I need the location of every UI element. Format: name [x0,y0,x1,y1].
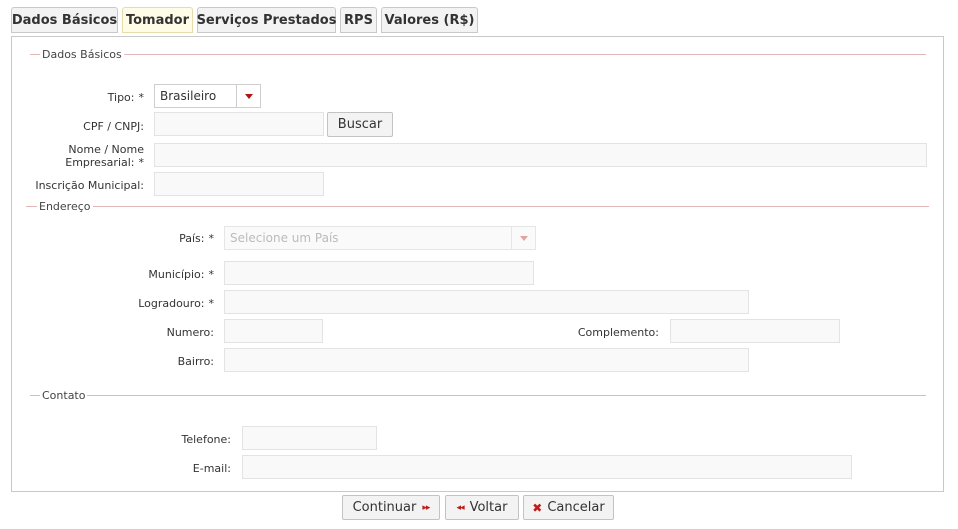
pais-select[interactable]: Selecione um País [224,226,536,250]
close-x-icon: ✖ [532,500,542,515]
bairro-input[interactable] [224,348,749,372]
forward-arrows-icon: ▸▸ [422,502,430,513]
numero-label: Numero: [166,326,214,339]
section-title-contato: Contato [40,389,88,403]
required-mark: * [208,268,215,281]
numero-input[interactable] [224,319,323,343]
buscar-button[interactable]: Buscar [327,112,393,137]
required-mark: * [138,91,145,104]
form-panel: Dados Básicos Tipo: * Brasileiro CPF / CN… [11,36,944,492]
tipo-select[interactable]: Brasileiro [154,84,261,108]
cpf-cnpj-input[interactable] [154,112,324,136]
required-mark: * [208,232,215,245]
continuar-label: Continuar [352,500,417,515]
dropdown-arrow-icon[interactable] [236,85,260,107]
required-mark: * [208,297,215,310]
complemento-label: Complemento: [577,326,659,339]
complemento-input[interactable] [670,319,840,343]
tab-rps[interactable]: RPS [340,7,377,33]
tab-label: Dados Básicos [11,12,118,28]
email-label: E-mail: [192,462,231,475]
tab-label: Valores (R$) [384,12,475,28]
cpf-cnpj-label: CPF / CNPJ: [83,120,144,133]
tab-dados-basicos[interactable]: Dados Básicos [11,7,118,33]
tipo-select-value: Brasileiro [160,89,217,103]
voltar-button[interactable]: ◂◂ Voltar [445,495,519,520]
nome-empresarial-input[interactable] [154,143,927,167]
tab-label: RPS [344,12,373,28]
nome-label: Nome / Nome Empresarial: * [65,143,144,169]
voltar-label: Voltar [469,500,508,515]
municipio-label: Município: * [148,268,214,281]
section-divider [26,206,929,207]
tab-label: Serviços Prestados [196,12,337,28]
tab-label: Tomador [125,12,190,28]
section-divider [30,395,926,396]
required-mark: * [138,156,145,169]
back-arrows-icon: ◂◂ [456,502,465,513]
inscricao-municipal-input[interactable] [154,172,324,196]
tab-valores[interactable]: Valores (R$) [381,7,478,33]
telefone-input[interactable] [242,426,377,450]
logradouro-label: Logradouro: * [138,297,214,310]
email-input[interactable] [242,455,852,479]
section-divider [30,54,926,55]
continuar-button[interactable]: Continuar ▸▸ [342,495,440,520]
tipo-label: Tipo: * [107,91,145,104]
pais-select-placeholder: Selecione um País [230,231,339,245]
cancelar-button[interactable]: ✖ Cancelar [523,495,614,520]
section-title-endereco: Endereço [37,200,93,214]
dropdown-arrow-icon[interactable] [511,227,535,249]
pais-label: País: * [179,232,214,245]
tab-tomador[interactable]: Tomador [122,7,193,33]
section-title-dados-basicos: Dados Básicos [40,48,124,62]
logradouro-input[interactable] [224,290,749,314]
telefone-label: Telefone: [181,433,232,446]
cancelar-label: Cancelar [547,500,605,515]
tab-servicos-prestados[interactable]: Serviços Prestados [197,7,336,33]
bairro-label: Bairro: [177,355,214,368]
municipio-input[interactable] [224,261,534,285]
inscricao-municipal-label: Inscrição Municipal: [35,179,144,192]
